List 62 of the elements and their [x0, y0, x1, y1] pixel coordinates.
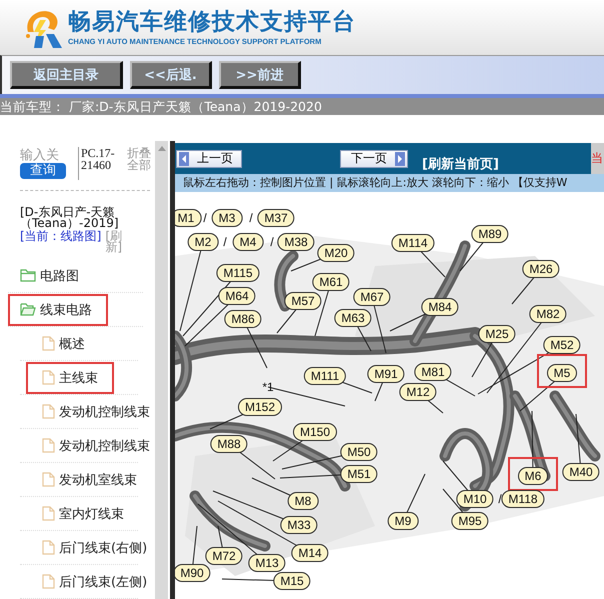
connector-label: M15	[273, 572, 311, 590]
tree-item[interactable]: 发动机控制线束	[26, 396, 155, 428]
connector-label: M152	[238, 398, 282, 416]
page-icon	[42, 336, 55, 351]
scroll-up-icon[interactable]	[158, 145, 166, 151]
page-icon	[42, 540, 55, 555]
connector-label: M1	[175, 209, 202, 227]
tree-item[interactable]: 室内灯线束	[26, 498, 132, 530]
connector-label: M114	[391, 234, 435, 252]
site-title: 畅易汽车维修技术支持平台	[68, 9, 356, 35]
left-arrow-icon	[179, 152, 189, 166]
page-icon	[42, 506, 55, 521]
connector-label: M150	[292, 423, 338, 441]
connector-label: M3	[212, 209, 242, 227]
connector-label: M37	[257, 209, 295, 227]
page-icon	[42, 404, 55, 419]
connector-label: M89	[471, 225, 509, 243]
vehicle-text: [D-东风日产-天籁（Teana）-2019]	[20, 207, 120, 229]
page-icon	[42, 472, 55, 487]
current-model-text: 当前车型： 厂家:D-东风日产天籁（Teana）2019-2020	[0, 98, 604, 115]
connector-label: M13	[248, 554, 286, 572]
tree-item[interactable]: 后门线束(右侧)	[26, 532, 155, 564]
code-text: PC.17-21460	[78, 147, 117, 180]
page-icon	[42, 438, 55, 453]
page-icon	[42, 574, 55, 589]
connector-label: M2	[188, 233, 218, 251]
tree-item[interactable]: 后门线束(左侧)	[26, 566, 155, 598]
connector-label: M111	[304, 367, 346, 385]
toolbar-button[interactable]: >>前进	[219, 61, 301, 89]
toolbar-button[interactable]: 返回主目录	[10, 61, 123, 89]
toolbar-button[interactable]: <<后退.	[130, 61, 212, 89]
separator-text: /	[498, 492, 502, 506]
connector-label: M38	[277, 233, 315, 251]
folder-icon	[20, 269, 36, 282]
refresh-page-link[interactable]: [刷新当前页]	[422, 154, 499, 172]
connector-label: M26	[522, 260, 560, 278]
connector-label: M90	[175, 564, 211, 582]
tree-item[interactable]: 主线束	[26, 362, 114, 394]
page-icon	[42, 370, 55, 385]
connector-label: M118	[501, 490, 545, 508]
right-arrow-icon	[395, 152, 405, 166]
separator-text: /	[223, 235, 227, 249]
tree-item[interactable]: 电路图	[8, 260, 87, 292]
separator-text: /	[270, 235, 274, 249]
next-page-button[interactable]: 下一页	[340, 150, 408, 168]
current-view-link[interactable]: [当前：线路图]	[20, 231, 102, 242]
note-text: *1	[262, 380, 274, 394]
connector-label: M95	[451, 512, 489, 530]
separator-text: /	[203, 211, 207, 225]
connector-label: M115	[216, 264, 260, 282]
tree-item[interactable]: 线束电路	[8, 294, 108, 326]
connector-label: M14	[291, 544, 329, 562]
tree-item[interactable]: 发动机室线束	[26, 464, 145, 496]
tree-item[interactable]: 概述	[26, 328, 93, 360]
instructions-text: 鼠标左右拖动：控制图片位置 | 鼠标滚轮向上:放大 滚轮向下：缩小 【仅支持W	[175, 174, 604, 192]
edge-text: 当	[591, 143, 604, 174]
separator-text: /	[249, 211, 253, 225]
open-folder-icon	[20, 303, 36, 316]
tree-item[interactable]: 发动机控制线束	[26, 430, 155, 462]
search-button[interactable]: 查询	[20, 163, 66, 179]
previous-page-button[interactable]: 上一页	[176, 150, 242, 168]
connector-label: M4	[232, 233, 264, 251]
